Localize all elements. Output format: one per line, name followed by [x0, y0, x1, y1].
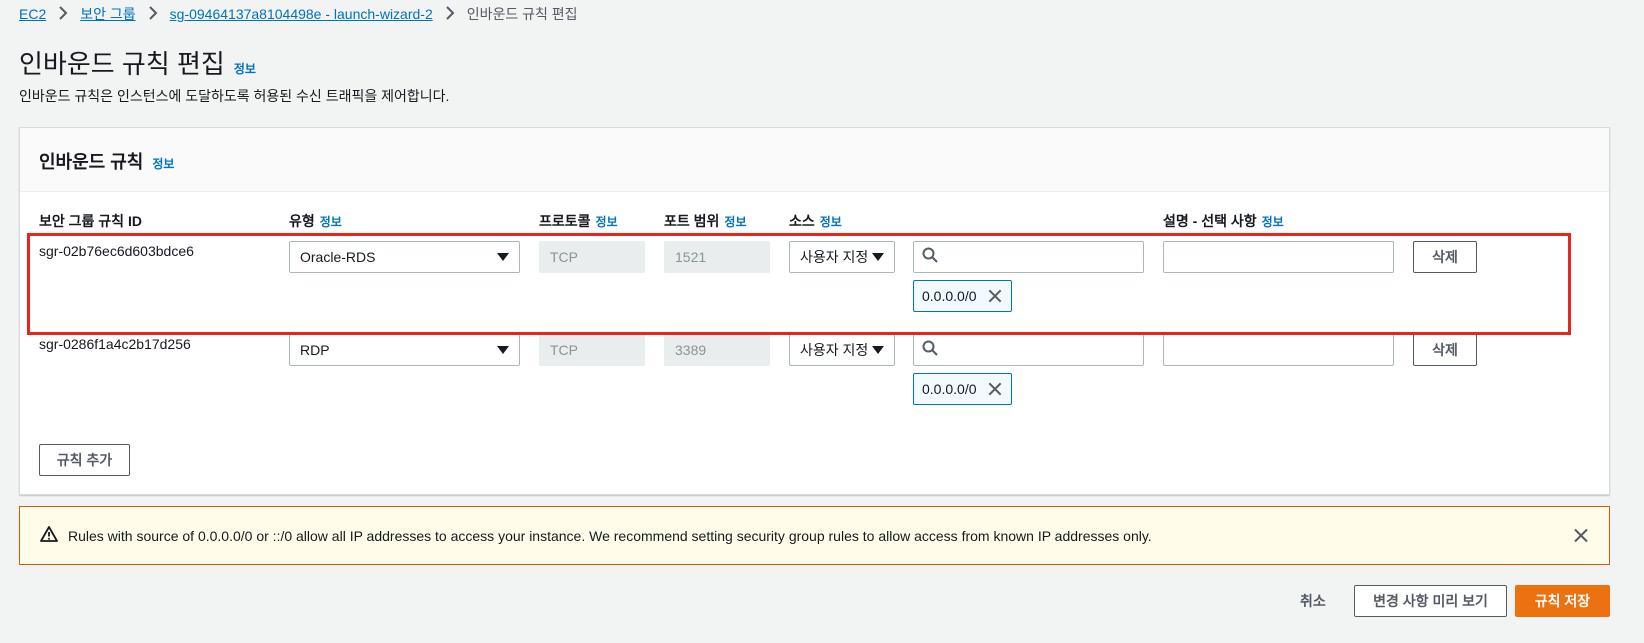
caret-down-icon — [872, 346, 884, 354]
breadcrumb-security-group-id[interactable]: sg-09464137a8104498e - launch-wizard-2 — [170, 6, 433, 22]
breadcrumb-ec2[interactable]: EC2 — [19, 6, 46, 22]
warning-icon — [40, 526, 58, 545]
description-info-link[interactable]: 정보 — [1262, 215, 1284, 229]
type-select-value: RDP — [300, 342, 330, 358]
preview-changes-button[interactable]: 변경 사항 미리 보기 — [1354, 585, 1507, 617]
panel-header: 인바운드 규칙 정보 — [20, 128, 1609, 192]
column-port-range-label: 포트 범위 — [664, 213, 720, 229]
column-type: 유형 정보 — [289, 211, 342, 231]
chevron-right-icon — [445, 5, 455, 23]
page-description: 인바운드 규칙은 인스턴스에 도달하도록 허용된 수신 트래픽을 제어합니다. — [19, 88, 450, 104]
page-title-text: 인바운드 규칙 편집 — [19, 49, 225, 79]
remove-token-icon[interactable] — [987, 288, 1003, 304]
source-mode-select[interactable]: 사용자 지정 — [789, 334, 895, 366]
type-select-value: Oracle-RDS — [300, 249, 376, 265]
close-icon[interactable] — [1573, 527, 1589, 543]
breadcrumb: EC2 보안 그룹 sg-09464137a8104498e - launch-… — [19, 4, 578, 24]
cidr-token-value: 0.0.0.0/0 — [922, 288, 977, 304]
port-range-field: 1521 — [664, 241, 770, 273]
chevron-right-icon — [148, 5, 158, 23]
cidr-token: 0.0.0.0/0 — [913, 373, 1012, 405]
page-title: 인바운드 규칙 편집 정보 — [19, 44, 256, 81]
alert-text: Rules with source of 0.0.0.0/0 or ::/0 a… — [68, 527, 1152, 544]
rule-id: sgr-02b76ec6d603bdce6 — [39, 243, 194, 259]
search-icon — [922, 340, 938, 361]
column-port-range: 포트 범위 정보 — [664, 211, 747, 231]
chevron-right-icon — [58, 5, 68, 23]
cidr-token: 0.0.0.0/0 — [913, 280, 1012, 312]
page-info-link[interactable]: 정보 — [234, 60, 256, 77]
column-protocol: 프로토콜 정보 — [539, 211, 618, 231]
description-input[interactable] — [1163, 241, 1394, 273]
column-type-label: 유형 — [289, 213, 315, 229]
column-protocol-label: 프로토콜 — [539, 213, 591, 229]
panel-title: 인바운드 규칙 — [39, 152, 144, 172]
caret-down-icon — [497, 346, 509, 354]
remove-token-icon[interactable] — [987, 381, 1003, 397]
cancel-button[interactable]: 취소 — [1300, 585, 1326, 617]
source-info-link[interactable]: 정보 — [820, 215, 842, 229]
column-description: 설명 - 선택 사항 정보 — [1163, 211, 1284, 231]
breadcrumb-current: 인바운드 규칙 편집 — [466, 6, 578, 22]
type-select[interactable]: Oracle-RDS — [289, 241, 520, 273]
save-rules-button[interactable]: 규칙 저장 — [1515, 585, 1610, 617]
column-description-label: 설명 - 선택 사항 — [1163, 213, 1257, 229]
column-source-label: 소스 — [789, 213, 815, 229]
protocol-info-link[interactable]: 정보 — [596, 215, 618, 229]
caret-down-icon — [497, 253, 509, 261]
delete-rule-button[interactable]: 삭제 — [1413, 241, 1477, 273]
rule-id: sgr-0286f1a4c2b17d256 — [39, 336, 191, 352]
breadcrumb-security-groups[interactable]: 보안 그룹 — [80, 4, 135, 24]
protocol-field: TCP — [539, 241, 645, 273]
source-mode-select[interactable]: 사용자 지정 — [789, 241, 895, 273]
search-icon — [922, 247, 938, 268]
inbound-rules-panel: 인바운드 규칙 정보 보안 그룹 규칙 ID 유형 정보 프로토콜 정보 포트 범위… — [19, 127, 1610, 495]
column-rule-id-label: 보안 그룹 규칙 ID — [39, 213, 142, 229]
add-rule-button[interactable]: 규칙 추가 — [39, 444, 130, 476]
warning-alert: Rules with source of 0.0.0.0/0 or ::/0 a… — [19, 506, 1610, 565]
type-select[interactable]: RDP — [289, 334, 520, 366]
column-source: 소스 정보 — [789, 211, 842, 231]
type-info-link[interactable]: 정보 — [320, 215, 342, 229]
description-input[interactable] — [1163, 334, 1394, 366]
rule-row: sgr-02b76ec6d603bdce6 Oracle-RDS TCP 152… — [20, 241, 1609, 331]
rule-row: sgr-0286f1a4c2b17d256 RDP TCP 3389 사용자 지… — [20, 334, 1609, 424]
panel-info-link[interactable]: 정보 — [152, 155, 174, 172]
cidr-token-value: 0.0.0.0/0 — [922, 381, 977, 397]
source-mode-value: 사용자 지정 — [800, 342, 869, 358]
delete-rule-button[interactable]: 삭제 — [1413, 334, 1477, 366]
port-range-field: 3389 — [664, 334, 770, 366]
source-mode-value: 사용자 지정 — [800, 249, 869, 265]
source-search-input[interactable] — [913, 334, 1144, 366]
source-search-input[interactable] — [913, 241, 1144, 273]
protocol-field: TCP — [539, 334, 645, 366]
column-rule-id: 보안 그룹 규칙 ID — [39, 211, 142, 231]
port-range-info-link[interactable]: 정보 — [724, 215, 746, 229]
caret-down-icon — [872, 253, 884, 261]
